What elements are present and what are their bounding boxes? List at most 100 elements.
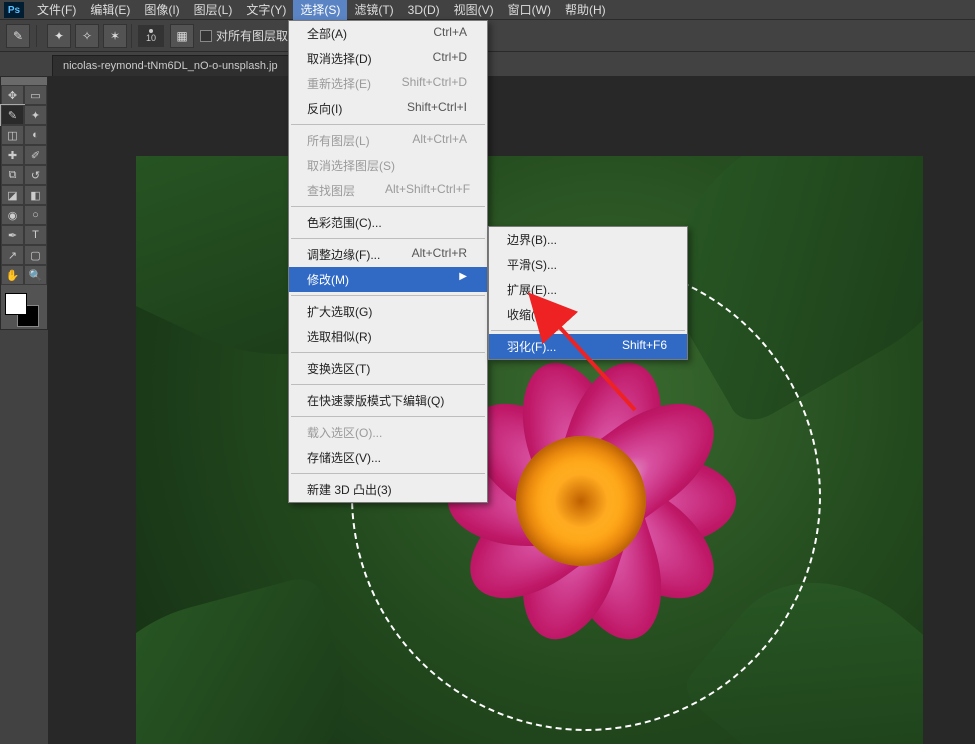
select-menu-item[interactable]: 选取相似(R) — [289, 324, 487, 349]
wand-sub-icon[interactable]: ✧ — [75, 24, 99, 48]
select-menu-item: 取消选择图层(S) — [289, 153, 487, 178]
menu-shortcut: Ctrl+A — [433, 25, 467, 42]
document-tab[interactable]: nicolas-reymond-tNm6DL_nO-o-unsplash.jp — [52, 55, 289, 76]
menu-item-label: 在快速蒙版模式下编辑(Q) — [307, 392, 444, 409]
menu-item-label: 收缩(C)... — [507, 306, 558, 323]
modify-submenu-item[interactable]: 边界(B)... — [489, 227, 687, 252]
wand-add-icon[interactable]: ✦ — [47, 24, 71, 48]
tool-quick-select[interactable]: ✎ — [1, 105, 24, 125]
menu-view[interactable]: 视图(V) — [447, 0, 501, 20]
tool-eyedrop[interactable]: ◐ — [24, 125, 47, 145]
menu-separator — [291, 295, 485, 296]
menu-edit[interactable]: 编辑(E) — [83, 0, 137, 20]
select-menu-item[interactable]: 修改(M) ▶ — [289, 267, 487, 292]
menu-file[interactable]: 文件(F) — [30, 0, 83, 20]
select-menu-item[interactable]: 取消选择(D) Ctrl+D — [289, 46, 487, 71]
tool-zoom[interactable]: 🔍 — [24, 265, 47, 285]
menu-separator — [491, 330, 685, 331]
menu-shortcut: Shift+F6 — [622, 338, 667, 355]
menu-image[interactable]: 图像(I) — [137, 0, 186, 20]
menu-shortcut: Alt+Shift+Ctrl+F — [385, 182, 470, 199]
menu-shortcut: Ctrl+D — [433, 50, 467, 67]
modify-submenu-item[interactable]: 羽化(F)... Shift+F6 — [489, 334, 687, 359]
submenu-arrow-icon: ▶ — [459, 271, 467, 288]
tool-preset-icon[interactable]: ✎ — [6, 24, 30, 48]
toolbox-grip[interactable] — [1, 77, 47, 85]
menu-item-label: 平滑(S)... — [507, 256, 557, 273]
menu-item-label: 查找图层 — [307, 182, 355, 199]
wand-int-icon[interactable]: ✶ — [103, 24, 127, 48]
menu-item-label: 全部(A) — [307, 25, 347, 42]
menu-separator — [291, 473, 485, 474]
menu-filter[interactable]: 滤镜(T) — [347, 0, 400, 20]
menu-item-label: 修改(M) — [307, 271, 349, 288]
menu-separator — [291, 384, 485, 385]
modify-submenu-item[interactable]: 收缩(C)... — [489, 302, 687, 327]
tool-crop[interactable]: ◫ — [1, 125, 24, 145]
menu-select[interactable]: 选择(S) — [293, 0, 347, 20]
tool-hand[interactable]: ✋ — [1, 265, 24, 285]
menu-separator — [291, 124, 485, 125]
menu-help[interactable]: 帮助(H) — [558, 0, 613, 20]
tool-pen[interactable]: ✒ — [1, 225, 24, 245]
menu-window[interactable]: 窗口(W) — [501, 0, 558, 20]
wand-mode-group: ✦ ✧ ✶ — [43, 24, 132, 48]
canvas-area — [48, 76, 975, 744]
checkbox-icon — [200, 30, 212, 42]
fg-color-swatch[interactable] — [5, 293, 27, 315]
brush-size[interactable]: 10 — [138, 25, 164, 47]
select-menu-item[interactable]: 新建 3D 凸出(3) — [289, 477, 487, 502]
modify-submenu: 边界(B)... 平滑(S)... 扩展(E)... 收缩(C)... 羽化(F)...… — [488, 226, 688, 360]
tool-shape[interactable]: ▢ — [24, 245, 47, 265]
menu-item-label: 重新选择(E) — [307, 75, 371, 92]
modify-submenu-item[interactable]: 平滑(S)... — [489, 252, 687, 277]
menu-item-label: 扩展(E)... — [507, 281, 557, 298]
select-menu-item[interactable]: 调整边缘(F)... Alt+Ctrl+R — [289, 242, 487, 267]
menu-item-label: 羽化(F)... — [507, 338, 556, 355]
menu-3d[interactable]: 3D(D) — [401, 1, 447, 19]
select-menu-item[interactable]: 反向(I)Shift+Ctrl+I — [289, 96, 487, 121]
color-swatches[interactable] — [1, 289, 47, 329]
tool-stamp[interactable]: ⧉ — [1, 165, 24, 185]
select-menu-item[interactable]: 扩大选取(G) — [289, 299, 487, 324]
tool-history[interactable]: ↺ — [24, 165, 47, 185]
select-menu-item[interactable]: 全部(A) Ctrl+A — [289, 21, 487, 46]
tool-dodge[interactable]: ○ — [24, 205, 47, 225]
tool-wand[interactable]: ✦ — [24, 105, 47, 125]
tool-type[interactable]: T — [24, 225, 47, 245]
tool-eraser[interactable]: ◪ — [1, 185, 24, 205]
menu-item-label: 存储选区(V)... — [307, 449, 381, 466]
menu-shortcut: Alt+Ctrl+A — [412, 132, 467, 149]
modify-submenu-item[interactable]: 扩展(E)... — [489, 277, 687, 302]
brush-panel-icon[interactable]: ▦ — [170, 24, 194, 48]
select-menu-item[interactable]: 在快速蒙版模式下编辑(Q) — [289, 388, 487, 413]
tool-move[interactable]: ✥ — [1, 85, 24, 105]
tool-blur[interactable]: ◉ — [1, 205, 24, 225]
tool-marquee[interactable]: ▭ — [24, 85, 47, 105]
menu-shortcut: Shift+Ctrl+D — [402, 75, 467, 92]
select-menu-item[interactable]: 存储选区(V)... — [289, 445, 487, 470]
sample-all-layers[interactable]: 对所有图层取样 — [200, 27, 300, 44]
tool-gradient[interactable]: ◧ — [24, 185, 47, 205]
menu-layer[interactable]: 图层(L) — [187, 0, 240, 20]
menu-separator — [291, 416, 485, 417]
select-menu-item[interactable]: 色彩范围(C)... — [289, 210, 487, 235]
select-menu-item: 查找图层 Alt+Shift+Ctrl+F — [289, 178, 487, 203]
menu-separator — [291, 352, 485, 353]
menu-shortcut: Alt+Ctrl+R — [412, 246, 467, 263]
menu-separator — [291, 238, 485, 239]
menu-item-label: 调整边缘(F)... — [307, 246, 380, 263]
tool-path[interactable]: ↗ — [1, 245, 24, 265]
brush-size-value: 10 — [146, 33, 156, 43]
tool-brush[interactable]: ✐ — [24, 145, 47, 165]
tool-heal[interactable]: ✚ — [1, 145, 24, 165]
menu-item-label: 反向(I) — [307, 100, 342, 117]
toolbox: ✥ ▭ ✎ ✦ ◫ ◐ ✚ ✐ ⧉ ↺ ◪ ◧ ◉ ○ ✒ T ↗ ▢ ✋ 🔍 — [0, 76, 48, 330]
menu-item-label: 新建 3D 凸出(3) — [307, 481, 392, 498]
menu-type[interactable]: 文字(Y) — [239, 0, 293, 20]
menu-item-label: 所有图层(L) — [307, 132, 370, 149]
ps-logo: Ps — [4, 2, 24, 18]
select-menu-item[interactable]: 变换选区(T) — [289, 356, 487, 381]
menu-item-label: 取消选择(D) — [307, 50, 372, 67]
menu-item-label: 选取相似(R) — [307, 328, 372, 345]
